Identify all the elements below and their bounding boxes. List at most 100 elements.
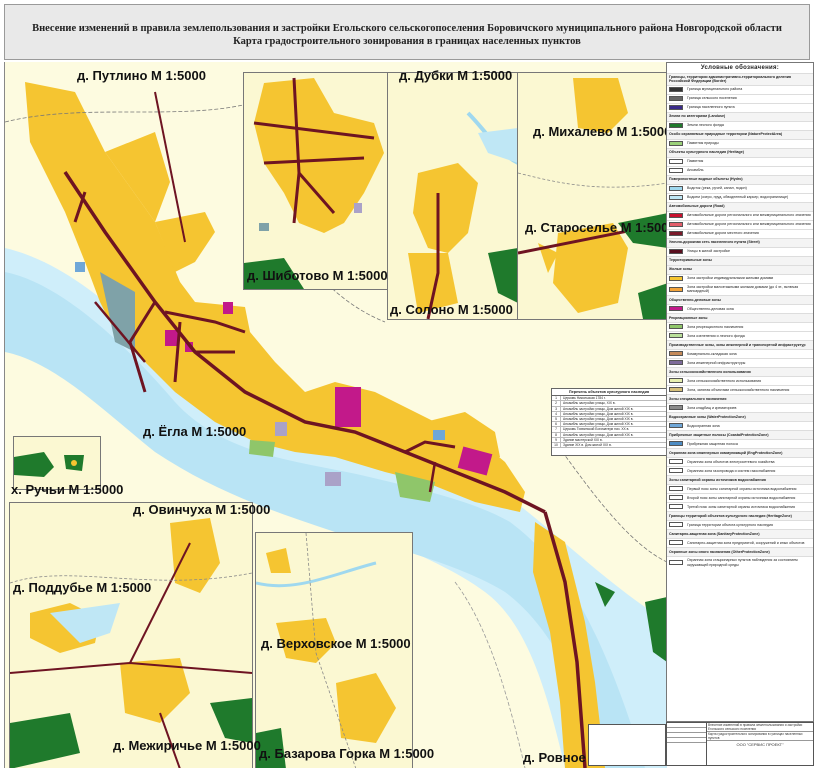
label-verkhovskoe: д. Верховское М 1:5000 bbox=[261, 636, 411, 651]
legend-row: Санитарно-защитная зона (SanitaryProtect… bbox=[667, 528, 813, 538]
title-block: Внесение изменений в правила землепользо… bbox=[666, 722, 814, 766]
legend-row: Коммунально-складская зона bbox=[667, 348, 813, 358]
inset-shibotovo[interactable] bbox=[243, 72, 389, 290]
label-bazarova-gorka: д. Базарова Горка М 1:5000 bbox=[259, 746, 435, 761]
inset-mikhalevo[interactable] bbox=[517, 72, 667, 320]
legend-label: Водоем (озеро, пруд, обводненный карьер,… bbox=[687, 195, 789, 200]
inset-shibotovo-map bbox=[244, 77, 384, 289]
legend-label: Земли лесного фонда bbox=[687, 123, 724, 128]
legend-label: Зона, занятая объектами сельскохозяйстве… bbox=[687, 387, 790, 392]
legend-label: Граница сельского поселения bbox=[687, 96, 737, 101]
legend-swatch bbox=[669, 168, 683, 174]
legend-label: Объекты культурного наследия (Heritage) bbox=[669, 150, 744, 155]
legend-row: Границы территорий объектов культурного … bbox=[667, 510, 813, 520]
legend-row: Улично-дорожная сеть населенного пункта … bbox=[667, 237, 813, 247]
legend-row: Водоохранные зоны (WaterProtectionZone) bbox=[667, 411, 813, 421]
legend-label: Общественно-деловые зоны bbox=[669, 297, 721, 302]
legend-row: Зона застройки малоэтажными жилыми домам… bbox=[667, 282, 813, 295]
main-map-frame[interactable]: д. Путлино М 1:5000 д. Шиботово М 1:5000… bbox=[4, 62, 667, 768]
legend-label: Зона застройки индивидуальными жилыми до… bbox=[687, 276, 774, 281]
label-mezhirichye: д. Межиричье М 1:5000 bbox=[113, 738, 261, 753]
legend-row: Второй пояс зоны санитарной охраны источ… bbox=[667, 492, 813, 502]
legend-panel: Условные обозначения: Границы, территори… bbox=[666, 62, 814, 722]
legend-swatch bbox=[669, 96, 683, 102]
legend-label: Границы территорий объектов культурного … bbox=[669, 513, 792, 518]
legend-swatch bbox=[669, 351, 683, 357]
label-putlino: д. Путлино М 1:5000 bbox=[77, 68, 206, 83]
legend-swatch bbox=[669, 423, 683, 429]
heritage-row-number: 10 bbox=[552, 443, 561, 448]
inset-dubki[interactable] bbox=[387, 72, 519, 320]
legend-label: Автомобильные дороги (Road) bbox=[669, 204, 725, 209]
legend-swatch bbox=[669, 459, 683, 465]
legend-row: Зоны санитарной охраны источников водосн… bbox=[667, 474, 813, 484]
legend-row: Зона инженерной инфраструктуры bbox=[667, 357, 813, 367]
heritage-row-text: Здание мастерской XIX в. bbox=[563, 437, 603, 442]
legend-row: Граница населенного пункта bbox=[667, 102, 813, 112]
heritage-row-text: Ансамбль застройки улицы, Дом жилой XIX … bbox=[563, 406, 634, 411]
legend-label: Общественно-деловая зона bbox=[687, 306, 734, 311]
legend-label: Водоохранная зона bbox=[687, 423, 720, 428]
legend-label: Водоохранные зоны (WaterProtectionZone) bbox=[669, 414, 746, 419]
label-ovinchukha: д. Овинчуха М 1:5000 bbox=[133, 502, 271, 517]
legend-label: Санитарно-защитная зона (SanitaryProtect… bbox=[669, 531, 760, 536]
legend-row: Границы, территории административно-терр… bbox=[667, 72, 813, 85]
heritage-row-text: Ансамбль застройки улицы, XIX в. bbox=[563, 401, 616, 406]
legend-label: Зона озеленения и лесного фонда bbox=[687, 333, 745, 338]
legend-swatch bbox=[669, 231, 683, 237]
legend-row: Автомобильные дороги регионального или м… bbox=[667, 219, 813, 229]
map-title-line2: Карта градостроительного зонирования в г… bbox=[233, 36, 581, 47]
map-title-block: Внесение изменений в правила землепользо… bbox=[4, 4, 810, 60]
legend-row: Охранная зона газопровода и систем газос… bbox=[667, 465, 813, 475]
legend-swatch bbox=[669, 560, 683, 566]
heritage-table-title: Перечень объектов культурного наследия bbox=[552, 389, 666, 397]
legend-label: Жилые зоны bbox=[669, 267, 692, 272]
legend-label: Территориальные зоны bbox=[669, 258, 712, 263]
heritage-row-number: 4 bbox=[552, 411, 561, 417]
legend-row: Водоем (озеро, пруд, обводненный карьер,… bbox=[667, 192, 813, 202]
legend-row: Санитарно-защитная зона предприятий, соо… bbox=[667, 537, 813, 547]
legend-swatch bbox=[669, 105, 683, 111]
legend-label: Поверхностные водные объекты (Hydro) bbox=[669, 177, 743, 182]
legend-label: Прибрежные защитные полосы (CoastalProte… bbox=[669, 432, 769, 437]
legend-label: Охранные зоны иного назначения (OtherPro… bbox=[669, 549, 770, 554]
legend-label: Автомобильные дороги местного значения bbox=[687, 231, 759, 236]
legend-label: Автомобильные дороги регионального или м… bbox=[687, 213, 811, 218]
label-dubki: д. Дубки М 1:5000 bbox=[399, 68, 513, 83]
legend-row: Автомобильные дороги регионального или м… bbox=[667, 210, 813, 220]
heritage-row-number: 7 bbox=[552, 427, 561, 432]
legend-row: Зона застройки индивидуальными жилыми до… bbox=[667, 273, 813, 283]
heritage-row-text: Ансамбль застройки улицы, Дом жилой XIX … bbox=[563, 417, 634, 422]
legend-row: Автомобильные дороги местного значения bbox=[667, 228, 813, 238]
legend-label: Второй пояс зоны санитарной охраны источ… bbox=[687, 495, 796, 500]
heritage-row-text: Ансамбль застройки улицы, Дом жилой XIX … bbox=[563, 411, 634, 416]
legend-row: Жилые зоны bbox=[667, 264, 813, 274]
label-shibotovo: д. Шиботово М 1:5000 bbox=[247, 268, 388, 283]
heritage-row-text: Церковь Никольская 1784 г. bbox=[563, 396, 606, 401]
legend-row: Водоток (река, ручей, канал, подоп) bbox=[667, 183, 813, 193]
legend-label: Ансамбль bbox=[687, 168, 704, 173]
legend-swatch bbox=[669, 486, 683, 492]
legend-row: Третий пояс зоны санитарной охраны источ… bbox=[667, 501, 813, 511]
legend-swatch bbox=[669, 87, 683, 93]
legend-label: Зона застройки малоэтажными жилыми домам… bbox=[687, 284, 799, 294]
legend-label: Зоны санитарной охраны источников водосн… bbox=[669, 477, 766, 482]
legend-row: Общественно-деловые зоны bbox=[667, 294, 813, 304]
legend-row: Земли лесного фонда bbox=[667, 120, 813, 130]
legend-row: Ансамбль bbox=[667, 165, 813, 175]
legend-label: Зона сельскохозяйственного использования bbox=[687, 378, 762, 383]
legend-swatch bbox=[669, 249, 683, 255]
legend-row: Водоохранная зона bbox=[667, 420, 813, 430]
stamp-organization: ООО "СЕРВИС ПРОЕКТ" bbox=[736, 742, 784, 747]
legend-label: Границы, территории административно-терр… bbox=[669, 74, 792, 84]
label-staroselye: д. Староселье М 1:5000 bbox=[525, 220, 667, 235]
label-ruchyi: х. Ручьи М 1:5000 bbox=[11, 482, 124, 497]
legend-label: Санитарно-защитная зона предприятий, соо… bbox=[687, 540, 805, 545]
inset-poddubye-map bbox=[10, 518, 252, 768]
heritage-row-text: Здание XIX в. Дом жилой XIX в. bbox=[563, 443, 612, 448]
legend-label: Водоток (река, ручей, канал, подоп) bbox=[687, 186, 747, 191]
legend-row: Рекреационные зоны bbox=[667, 312, 813, 322]
legend-label: Производственные зоны, зоны инженерной и… bbox=[669, 342, 806, 347]
legend-swatch bbox=[669, 378, 683, 384]
inset-poddubye[interactable] bbox=[9, 502, 253, 768]
